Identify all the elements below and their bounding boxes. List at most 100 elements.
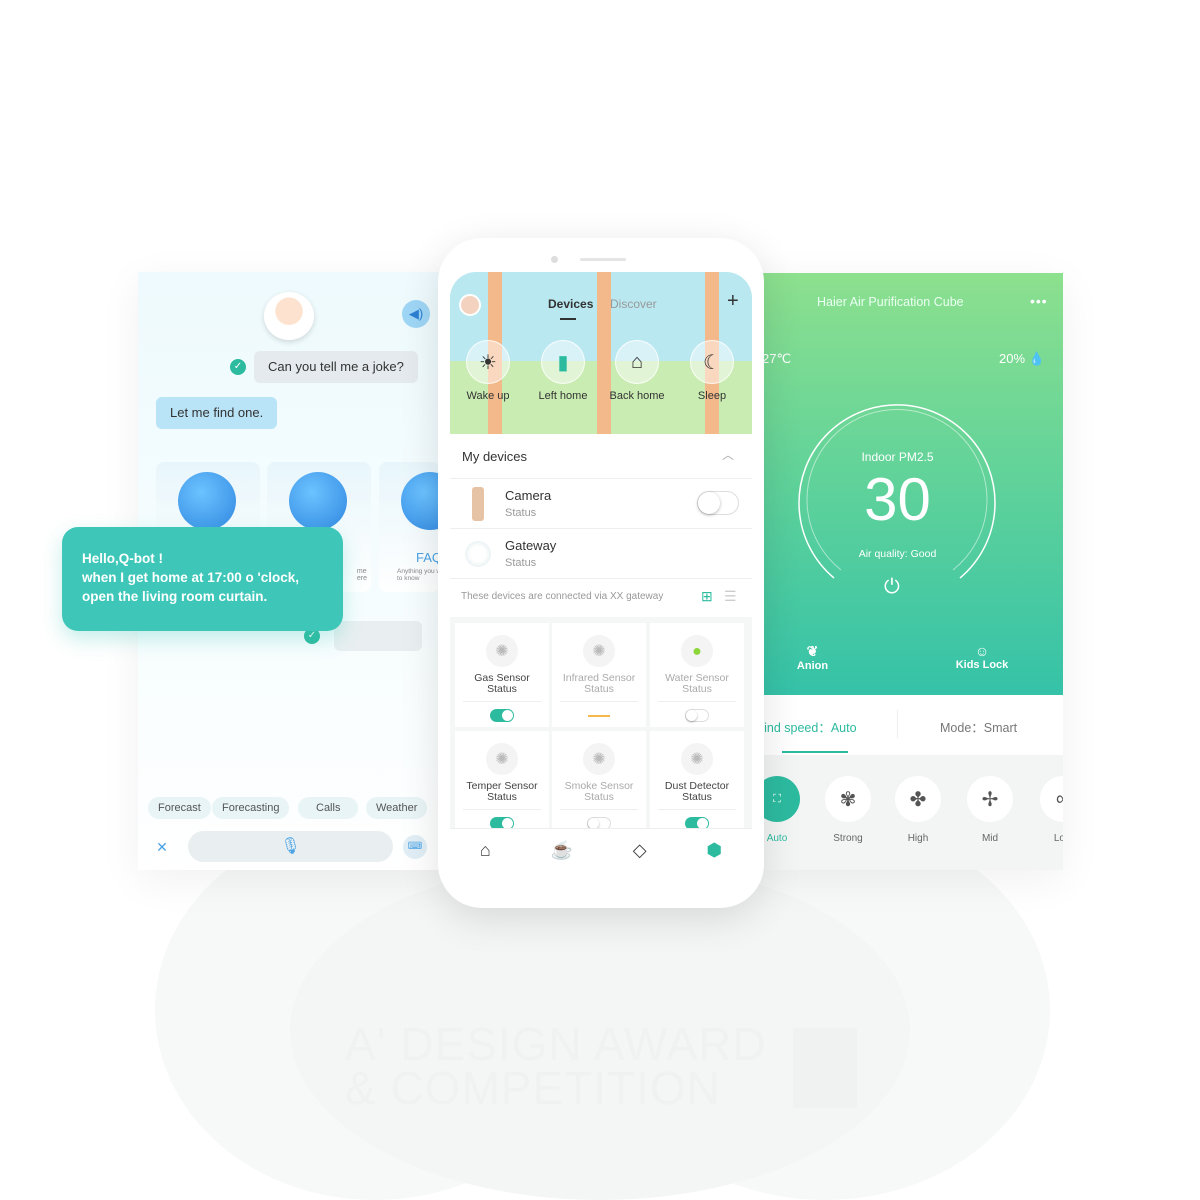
scene-label: Back home <box>609 390 665 402</box>
scene-wake-up[interactable]: ☀ <box>466 340 510 384</box>
sensor-card[interactable]: ● Water Sensor Status <box>650 623 744 727</box>
voice-input-bar[interactable]: 🎙 <box>188 831 393 862</box>
faq-card[interactable]: FAQ Anything you want to know <box>379 462 440 592</box>
scene-left-home[interactable]: ▮ <box>541 340 585 384</box>
speed-label: Mid <box>981 833 999 844</box>
tab-indicator <box>560 318 576 320</box>
chat-bubble-icon <box>289 472 347 530</box>
device-status: Status <box>505 557 537 569</box>
sensor-card[interactable]: ✺ Temper Sensor Status <box>455 731 549 835</box>
robot-avatar <box>264 292 314 340</box>
speed-label: High <box>907 833 929 844</box>
tab-wind-speed[interactable]: Vind speed：Auto <box>760 717 857 736</box>
tab-devices[interactable]: Devices <box>548 297 593 311</box>
power-icon[interactable]: ⏻ <box>884 576 900 599</box>
camera-dot <box>551 256 558 263</box>
speed-mid-button[interactable]: ✢ <box>967 776 1013 822</box>
speed-low-button[interactable]: ∞ <box>1040 776 1063 822</box>
sensor-toggle[interactable] <box>490 709 514 722</box>
chevron-up-icon[interactable]: ︿ <box>722 446 734 463</box>
speed-auto-button[interactable]: ⛶ <box>760 776 800 822</box>
sensor-status: Status <box>487 683 517 695</box>
microphone-icon: 🎙 <box>280 838 301 855</box>
pm-value: 30 <box>864 466 931 533</box>
device-gateway[interactable]: Gateway Status <box>450 529 752 579</box>
tab-indicator <box>782 751 848 753</box>
grid-view-icon[interactable]: ⊞ <box>701 588 713 605</box>
list-view-icon[interactable]: ☰ <box>724 588 737 605</box>
my-devices-header[interactable]: My devices ︿ <box>450 434 752 479</box>
device-status: Status <box>505 507 537 519</box>
fan-icon: ✾ <box>839 788 857 811</box>
scene-label: Left home <box>538 390 588 402</box>
user-message: Can you tell me a joke? <box>254 351 418 383</box>
baby-face-icon: ☺ <box>974 643 990 659</box>
sensor-toggle[interactable] <box>685 709 709 722</box>
fan-icon: ✢ <box>981 788 999 811</box>
sensor-card[interactable]: ✺ Smoke Sensor Status <box>552 731 646 835</box>
sensor-card[interactable]: ✺ Gas Sensor Status <box>455 623 549 727</box>
chip-calls[interactable]: Calls <box>298 797 359 819</box>
sensor-icon: ✺ <box>583 743 615 775</box>
scene-sleep[interactable]: ☾ <box>690 340 734 384</box>
sensor-status: Status <box>682 791 712 803</box>
status-dash <box>588 715 610 717</box>
chip-forecast[interactable]: Forecast <box>148 797 211 819</box>
scene-label: Sleep <box>697 390 727 402</box>
scene-banner: Devices Discover + ☀ ▮ ⌂ ☾ Wake up Left … <box>450 272 752 434</box>
scene-label: Wake up <box>466 390 510 402</box>
home-icon[interactable]: ⌂ <box>480 840 491 861</box>
question-icon <box>401 472 440 530</box>
anion-button[interactable]: ❦ Anion <box>790 643 835 672</box>
kids-lock-button[interactable]: ☺ Kids Lock <box>950 643 1014 671</box>
speed-high-button[interactable]: ✤ <box>895 776 941 822</box>
gateway-icon <box>465 541 491 567</box>
sensor-icon: ✺ <box>583 635 615 667</box>
remote-icon <box>472 487 484 521</box>
sensor-icon: ✺ <box>486 743 518 775</box>
sensor-icon: ✺ <box>486 635 518 667</box>
card-desc: me ere <box>356 568 367 582</box>
sensor-card[interactable]: ✺ Infrared Sensor Status <box>552 623 646 727</box>
more-icon[interactable]: ••• <box>1030 293 1048 309</box>
divider <box>897 710 898 738</box>
auto-icon: ⛶ <box>773 792 781 805</box>
camera-toggle[interactable] <box>697 491 739 515</box>
leaf-icon: ❦ <box>806 643 819 659</box>
moon-icon: ☾ <box>703 351 721 374</box>
discover-icon[interactable]: ◇ <box>633 840 647 861</box>
speaker-icon[interactable]: ◀) <box>402 300 430 328</box>
user-avatar[interactable] <box>459 294 481 316</box>
droplet-icon: 💧 <box>1028 351 1045 366</box>
speed-label: Strong <box>833 833 863 844</box>
speed-strong-button[interactable]: ✾ <box>825 776 871 822</box>
purifier-panel: Haier Air Purification Cube ••• 27℃ 20% … <box>760 273 1063 870</box>
watermark: A' DESIGN AWARD & COMPETITION <box>345 1018 767 1114</box>
sensor-card[interactable]: ✺ Dust Detector Status <box>650 731 744 835</box>
pm-label: Indoor PM2.5 <box>861 450 934 464</box>
sensor-status: Status <box>682 683 712 695</box>
fan-icon: ✤ <box>909 788 927 811</box>
close-icon[interactable]: ✕ <box>150 835 174 859</box>
tab-mode[interactable]: Mode：Smart <box>940 717 1017 736</box>
sofa-icon: ⌂ <box>630 350 644 373</box>
add-icon[interactable]: + <box>727 290 739 313</box>
tab-discover[interactable]: Discover <box>610 297 657 311</box>
fan-icon: ∞ <box>1055 787 1063 810</box>
sunrise-icon: ☀ <box>479 351 497 374</box>
device-name: Gateway <box>505 538 557 553</box>
bottom-nav: ⌂ ☕ ◇ ⬢ <box>450 828 752 872</box>
speaker-slot <box>580 258 626 261</box>
devices-icon[interactable]: ⬢ <box>706 840 722 861</box>
faq-desc: Anything you want to know <box>397 568 440 582</box>
keyboard-icon[interactable]: ⌨ <box>403 835 427 859</box>
sensor-icon: ● <box>681 635 713 667</box>
chip-forecasting[interactable]: Forecasting <box>212 797 290 819</box>
voice-command-bubble: Hello,Q-bot ! when I get home at 17:00 o… <box>62 527 343 631</box>
check-icon: ✓ <box>230 359 246 375</box>
scene-back-home[interactable]: ⌂ <box>615 340 659 384</box>
chip-weather[interactable]: Weather <box>366 797 428 819</box>
device-camera[interactable]: Camera Status <box>450 479 752 529</box>
service-icon[interactable]: ☕ <box>551 840 573 861</box>
sensor-icon: ✺ <box>681 743 713 775</box>
